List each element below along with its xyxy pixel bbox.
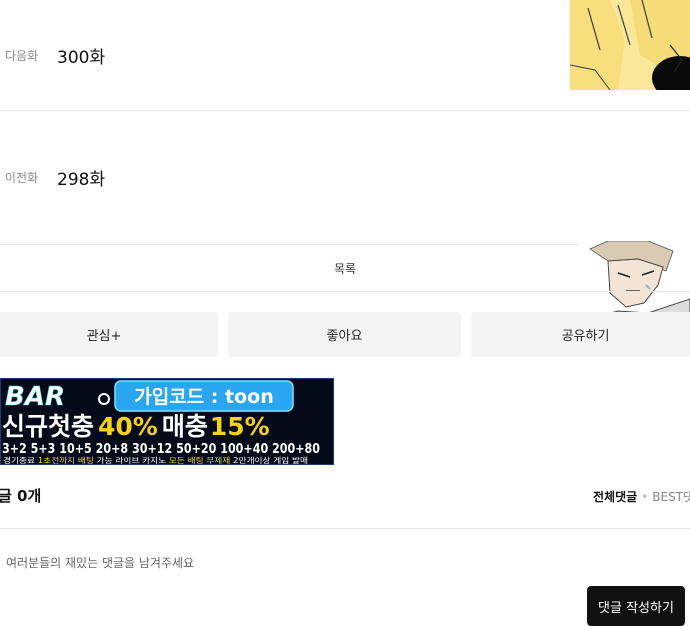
comments-tabs: 전체댓글 • BEST댓 bbox=[593, 488, 690, 505]
episode-list-button[interactable]: 목록 bbox=[0, 245, 690, 292]
previous-episode-title: 298화 bbox=[57, 170, 106, 190]
share-button[interactable]: 공유하기 bbox=[471, 312, 690, 357]
write-comment-button[interactable]: 댓글 작성하기 bbox=[587, 586, 685, 626]
svg-text:신규첫충40%매충15%: 신규첫충 40% 매충15% bbox=[2, 412, 270, 441]
banner-small-c: 가능 라이브 카지노 bbox=[94, 455, 169, 465]
next-episode-row[interactable]: 다음화 300화 bbox=[0, 0, 690, 111]
tab-best-comments[interactable]: BEST댓 bbox=[652, 490, 690, 504]
interest-button[interactable]: 관심+ bbox=[0, 312, 218, 357]
banner-small-d: 모든 배팅 무제재 bbox=[169, 455, 231, 465]
tab-separator-dot: • bbox=[641, 490, 649, 504]
comments-title: 글 0개 bbox=[0, 485, 41, 506]
previous-episode-tag: 이전화 bbox=[5, 171, 39, 185]
comments-divider bbox=[0, 528, 690, 529]
banner-small-b: 1초전까지 배팅 bbox=[38, 455, 94, 465]
comments-header: 글 0개 전체댓글 • BEST댓 bbox=[0, 480, 690, 510]
banner-headline-b: 40% bbox=[98, 412, 158, 441]
next-episode-title: 300화 bbox=[57, 47, 106, 68]
comment-input[interactable]: 여러분들의 재밌는 댓글을 남겨주세요 bbox=[6, 554, 194, 571]
next-episode-thumbnail[interactable] bbox=[570, 0, 690, 90]
like-button[interactable]: 좋아요 bbox=[228, 312, 461, 357]
interest-label: 관심+ bbox=[86, 329, 122, 344]
write-comment-label: 댓글 작성하기 bbox=[598, 601, 674, 616]
like-label: 좋아요 bbox=[326, 329, 363, 344]
comments-title-text: 글 bbox=[0, 487, 12, 505]
banner-headline-d: 15% bbox=[210, 412, 270, 441]
banner-bonus-line: 3+2 5+3 10+5 20+8 30+12 50+20 100+40 200… bbox=[2, 442, 320, 457]
banner-logo: BAR bbox=[5, 382, 65, 412]
banner-headline-c: 매충 bbox=[162, 412, 208, 441]
episode-list-label: 목록 bbox=[333, 261, 357, 276]
banner-headline-a: 신규첫충 bbox=[2, 412, 94, 441]
banner-signup-code: 가입코드 : toon bbox=[134, 386, 273, 408]
tab-all-comments[interactable]: 전체댓글 bbox=[593, 490, 637, 504]
banner-small-e: 2만개이상 게임 발매 bbox=[230, 455, 308, 465]
next-episode-tag: 다음화 bbox=[5, 48, 39, 63]
previous-episode-row[interactable]: 이전화 298화 bbox=[0, 111, 690, 334]
share-label: 공유하기 bbox=[561, 329, 610, 344]
comments-count: 0개 bbox=[17, 487, 42, 505]
svg-text:경기종료 1초전까지 배팅 가능 라이브 카지노 모든 배팅: 경기종료 1초전까지 배팅 가능 라이브 카지노 모든 배팅 무제재 2만개이상… bbox=[3, 455, 308, 465]
banner-small-a: 경기종료 bbox=[3, 455, 38, 465]
ad-banner[interactable]: BAR 가입코드 : toon 신규첫충 40% 매충15% 3+2 5+3 10+… bbox=[0, 378, 334, 465]
